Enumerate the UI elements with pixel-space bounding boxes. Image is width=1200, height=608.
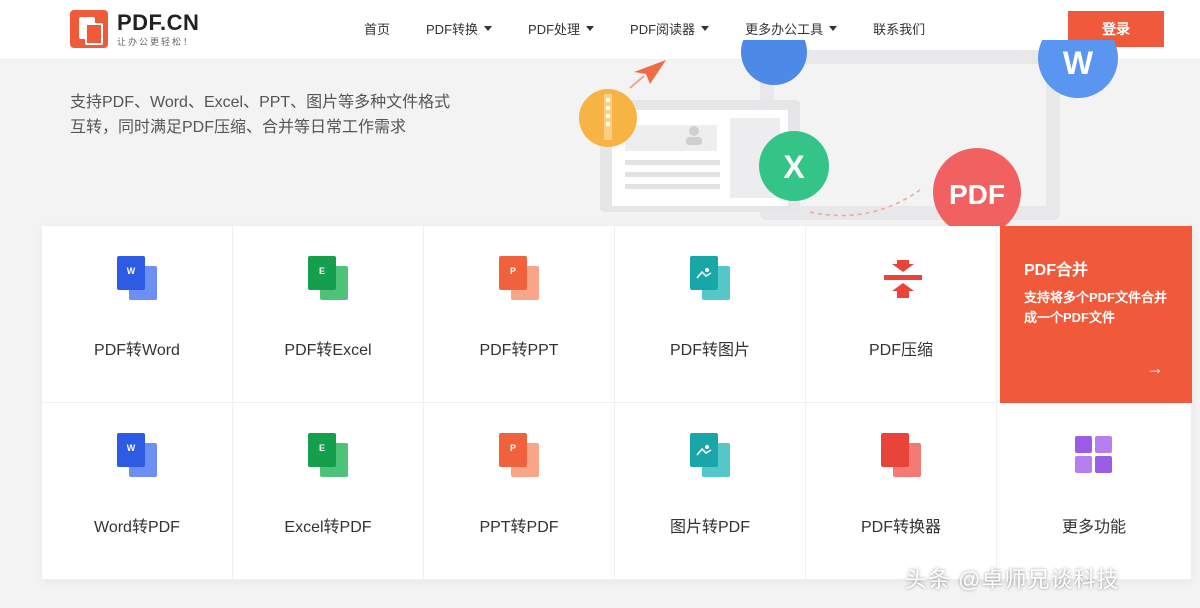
watermark-text: 头条 @卓师兄谈科技 xyxy=(905,567,1120,592)
tool-label: Word转PDF xyxy=(94,519,180,536)
merge-title: PDF合并 xyxy=(1024,262,1089,279)
tool-pdf-converter[interactable]: PDF转换器 xyxy=(806,403,997,580)
word-doc-icon: W xyxy=(117,256,161,300)
tool-label: PDF转换器 xyxy=(860,519,941,536)
tool-ppt-to-pdf[interactable]: P PPT转PDF xyxy=(424,403,615,580)
nav-item-contact[interactable]: 联系我们 xyxy=(873,19,925,38)
excel-doc-icon: E xyxy=(308,256,352,300)
converter-icon xyxy=(881,433,925,477)
nav-item-pdf-convert[interactable]: PDF转换 xyxy=(426,19,493,38)
tool-pdf-to-excel[interactable]: E PDF转Excel xyxy=(233,226,424,403)
nav-item-pdf-reader[interactable]: PDF阅读器 xyxy=(630,19,710,38)
hero-line-1: 支持PDF、Word、Excel、PPT、图片等多种文件格式 xyxy=(70,94,451,111)
pdf-logo-icon xyxy=(70,10,108,48)
ppt-doc-icon: P xyxy=(499,433,543,477)
nav-item-pdf-process[interactable]: PDF处理 xyxy=(528,19,595,38)
grid-apps-icon xyxy=(1075,436,1112,473)
hero-description: 支持PDF、Word、Excel、PPT、图片等多种文件格式 互转，同时满足PD… xyxy=(70,90,450,140)
site-logo[interactable]: PDF.CN 让办公更轻松！ xyxy=(70,10,199,48)
caret-down-icon xyxy=(701,25,710,31)
tool-image-to-pdf[interactable]: 图片转PDF xyxy=(615,403,806,580)
tool-label: 更多功能 xyxy=(1061,519,1126,536)
caret-down-icon xyxy=(829,25,838,31)
word-doc-icon: W xyxy=(117,433,161,477)
merge-description: 支持将多个PDF文件合并成一个PDF文件 xyxy=(1024,290,1168,325)
image-doc-icon xyxy=(690,433,734,477)
tool-label: PDF转图片 xyxy=(669,342,750,359)
caret-down-icon xyxy=(586,25,595,31)
ppt-doc-icon: P xyxy=(499,256,543,300)
tool-excel-to-pdf[interactable]: E Excel转PDF xyxy=(233,403,424,580)
tool-pdf-to-image[interactable]: PDF转图片 xyxy=(615,226,806,403)
tool-more-features[interactable]: 更多功能 xyxy=(997,403,1192,580)
nav-item-more-tools[interactable]: 更多办公工具 xyxy=(745,19,838,38)
tool-label: PPT转PDF xyxy=(479,519,559,536)
tool-pdf-compress[interactable]: PDF压缩 xyxy=(806,226,997,403)
tools-grid: W PDF转Word E PDF转Excel P PDF转PPT PDF转图片 … xyxy=(42,226,1192,580)
tool-label: PDF压缩 xyxy=(868,342,933,359)
tool-label: PDF转PPT xyxy=(479,342,559,359)
tool-label: 图片转PDF xyxy=(669,519,750,536)
excel-badge-text: X xyxy=(783,149,805,185)
excel-doc-icon: E xyxy=(308,433,352,477)
hero-illustration: X PDF W xyxy=(579,40,1118,230)
tool-label: PDF转Excel xyxy=(284,342,372,359)
brand-name: PDF.CN xyxy=(117,10,200,35)
word-badge-text: W xyxy=(1063,45,1094,81)
tool-word-to-pdf[interactable]: W Word转PDF xyxy=(42,403,233,580)
caret-down-icon xyxy=(484,25,493,31)
pdf-badge-text: PDF xyxy=(949,179,1005,210)
image-doc-icon xyxy=(690,256,734,300)
arrow-right-icon[interactable]: → xyxy=(1146,358,1164,379)
tool-pdf-merge-featured[interactable]: PDF合并 支持将多个PDF文件合并成一个PDF文件 → xyxy=(1000,226,1192,403)
tool-pdf-to-word[interactable]: W PDF转Word xyxy=(42,226,233,403)
hero-line-2: 互转，同时满足PDF压缩、合并等日常工作需求 xyxy=(70,119,407,136)
tool-pdf-to-ppt[interactable]: P PDF转PPT xyxy=(424,226,615,403)
tool-label: PDF转Word xyxy=(94,342,180,359)
tool-label: Excel转PDF xyxy=(284,519,372,536)
brand-slogan: 让办公更轻松！ xyxy=(117,37,195,47)
compress-icon xyxy=(884,260,922,298)
nav-item-home[interactable]: 首页 xyxy=(364,19,390,38)
